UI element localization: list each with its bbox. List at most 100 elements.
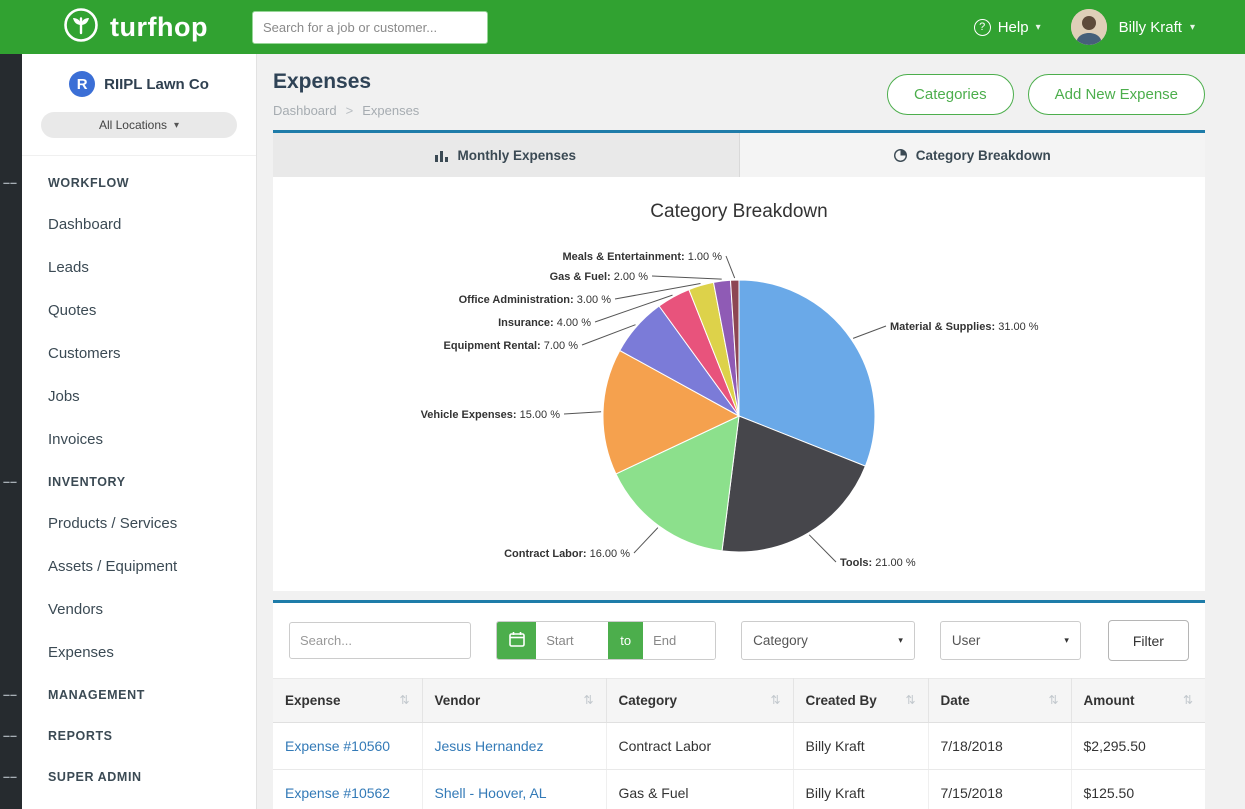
add-new-expense-button[interactable]: Add New Expense	[1028, 74, 1205, 115]
help-label: Help	[998, 19, 1029, 36]
date-cell: 7/15/2018	[928, 770, 1071, 809]
nav-section-reports[interactable]: REPORTS	[22, 715, 256, 756]
sidebar: R RIIPL Lawn Co All Locations ▾ WORKFLOW…	[0, 54, 257, 809]
amount-cell: $125.50	[1071, 770, 1205, 809]
sidebar-item-vendors[interactable]: Vendors	[22, 588, 256, 631]
tab-monthly-expenses-label: Monthly Expenses	[457, 148, 576, 163]
location-selector-label: All Locations	[99, 118, 167, 132]
category-breakdown-panel: Category Breakdown Material & Supplies: …	[273, 177, 1205, 591]
pie-label-connector	[652, 276, 722, 279]
page-title: Expenses	[273, 70, 419, 94]
location-selector[interactable]: All Locations ▾	[41, 112, 237, 138]
brand-logo[interactable]: turfhop	[62, 6, 208, 49]
company-name: RIIPL Lawn Co	[104, 76, 209, 93]
pie-label-connector	[853, 326, 886, 338]
nav-section-inventory: INVENTORY	[22, 461, 256, 502]
chevron-down-icon: ▾	[1190, 22, 1195, 33]
main-content: Expenses Dashboard > Expenses Categories…	[257, 54, 1245, 809]
sort-icon[interactable]: ⇅	[1048, 693, 1058, 707]
tab-monthly-expenses[interactable]: Monthly Expenses	[273, 133, 740, 177]
date-to-label: to	[608, 622, 643, 659]
pie-label: Insurance: 4.00 %	[498, 317, 591, 329]
column-header-date[interactable]: Date⇅	[928, 679, 1071, 723]
column-header-created-by[interactable]: Created By⇅	[793, 679, 928, 723]
user-avatar[interactable]	[1071, 9, 1107, 45]
sort-icon[interactable]: ⇅	[905, 693, 915, 707]
column-header-vendor[interactable]: Vendor⇅	[422, 679, 606, 723]
chart-tabs: Monthly Expenses Category Breakdown	[273, 130, 1205, 177]
user-select-value: User	[952, 633, 981, 648]
table-row: Expense #10562 Shell - Hoover, AL Gas & …	[273, 770, 1205, 809]
created-by-cell: Billy Kraft	[793, 770, 928, 809]
filter-button[interactable]: Filter	[1108, 620, 1189, 661]
vendor-link[interactable]: Jesus Hernandez	[422, 723, 606, 770]
select-arrow-icon: ▾	[1064, 635, 1069, 646]
column-header-category[interactable]: Category⇅	[606, 679, 793, 723]
sort-icon[interactable]: ⇅	[1183, 693, 1193, 707]
chevron-down-icon: ▾	[174, 120, 179, 131]
pie-label-connector	[634, 528, 658, 553]
table-row: Expense #10560 Jesus Hernandez Contract …	[273, 723, 1205, 770]
sidebar-item-quotes[interactable]: Quotes	[22, 289, 256, 332]
user-name: Billy Kraft	[1119, 19, 1182, 36]
table-header-row: Expense⇅ Vendor⇅ Category⇅ Created By⇅ D…	[273, 679, 1205, 723]
pie-label: Material & Supplies: 31.00 %	[890, 321, 1039, 333]
expense-link[interactable]: Expense #10562	[273, 770, 422, 809]
global-search-input[interactable]	[252, 11, 488, 44]
category-select[interactable]: Category ▾	[741, 621, 915, 660]
sort-icon[interactable]: ⇅	[770, 693, 780, 707]
top-right-cluster: ? Help ▾ Billy Kraft ▾	[974, 9, 1195, 45]
sort-icon[interactable]: ⇅	[583, 693, 593, 707]
vendor-link[interactable]: Shell - Hoover, AL	[422, 770, 606, 809]
sidebar-item-expenses[interactable]: Expenses	[22, 631, 256, 674]
table-search-input[interactable]	[289, 622, 471, 659]
breadcrumb: Dashboard > Expenses	[273, 103, 419, 118]
nav-section-management[interactable]: MANAGEMENT	[22, 674, 256, 715]
pie-label: Tools: 21.00 %	[840, 557, 916, 569]
nav-section-super-admin[interactable]: SUPER ADMIN	[22, 756, 256, 797]
sidebar-nav: WORKFLOW Dashboard Leads Quotes Customer…	[22, 156, 256, 797]
sort-icon[interactable]: ⇅	[399, 693, 409, 707]
pie-label: Contract Labor: 16.00 %	[504, 548, 630, 560]
category-breakdown-pie-chart: Material & Supplies: 31.00 % Tools: 21.00…	[273, 229, 1205, 579]
category-cell: Contract Labor	[606, 723, 793, 770]
date-range-group: to	[496, 621, 716, 660]
turfhop-sprout-icon	[62, 6, 100, 49]
categories-button[interactable]: Categories	[887, 74, 1014, 115]
calendar-icon	[509, 631, 525, 650]
created-by-cell: Billy Kraft	[793, 723, 928, 770]
sidebar-item-products-services[interactable]: Products / Services	[22, 502, 256, 545]
user-menu[interactable]: Billy Kraft ▾	[1119, 19, 1195, 36]
sidebar-item-assets-equipment[interactable]: Assets / Equipment	[22, 545, 256, 588]
tab-category-breakdown[interactable]: Category Breakdown	[740, 133, 1206, 177]
category-select-value: Category	[753, 633, 808, 648]
expense-link[interactable]: Expense #10560	[273, 723, 422, 770]
select-arrow-icon: ▾	[898, 635, 903, 646]
calendar-button[interactable]	[497, 622, 536, 659]
expenses-list-panel: to Category ▾ User ▾ Filter	[273, 600, 1205, 809]
pie-label: Equipment Rental: 7.00 %	[444, 340, 579, 352]
top-bar: turfhop ? Help ▾ Billy Kraft ▾	[0, 0, 1245, 54]
pie-label-connector	[564, 412, 601, 414]
company-logo: R	[69, 71, 95, 97]
expenses-table: Expense⇅ Vendor⇅ Category⇅ Created By⇅ D…	[273, 678, 1205, 809]
pie-label-connector	[726, 256, 735, 278]
sidebar-item-jobs[interactable]: Jobs	[22, 375, 256, 418]
tab-category-breakdown-label: Category Breakdown	[916, 148, 1051, 163]
chevron-down-icon: ▾	[1036, 22, 1041, 33]
column-header-expense[interactable]: Expense⇅	[273, 679, 422, 723]
user-select[interactable]: User ▾	[940, 621, 1081, 660]
nav-section-workflow: WORKFLOW	[22, 162, 256, 203]
sidebar-item-leads[interactable]: Leads	[22, 246, 256, 289]
category-cell: Gas & Fuel	[606, 770, 793, 809]
breadcrumb-dashboard[interactable]: Dashboard	[273, 103, 337, 118]
sidebar-item-invoices[interactable]: Invoices	[22, 418, 256, 461]
column-header-amount[interactable]: Amount⇅	[1071, 679, 1205, 723]
pie-chart-icon	[894, 149, 907, 162]
amount-cell: $2,295.50	[1071, 723, 1205, 770]
date-start-input[interactable]	[536, 622, 608, 659]
date-end-input[interactable]	[643, 622, 715, 659]
sidebar-item-customers[interactable]: Customers	[22, 332, 256, 375]
help-menu[interactable]: ? Help ▾	[974, 19, 1041, 36]
sidebar-item-dashboard[interactable]: Dashboard	[22, 203, 256, 246]
